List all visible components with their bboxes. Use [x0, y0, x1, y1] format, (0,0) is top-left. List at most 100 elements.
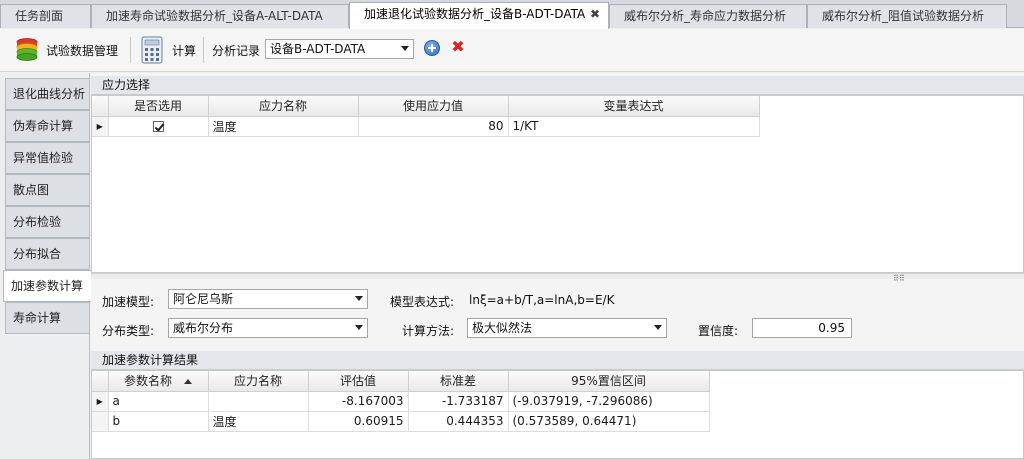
delete-record-icon[interactable]: ✖	[450, 38, 466, 56]
confidence-input[interactable]: 0.95	[752, 318, 852, 338]
selected-cell[interactable]	[108, 116, 209, 137]
acceleration-model-select[interactable]: 阿仑尼乌斯	[168, 289, 368, 309]
tab-label: 任务剖面	[15, 9, 64, 23]
nav-life-calculation[interactable]: 寿命计算	[5, 302, 89, 334]
splitter-grip-icon: ⠿⠿	[893, 274, 905, 283]
chevron-down-icon	[355, 325, 363, 330]
nav-degradation-curve[interactable]: 退化曲线分析	[5, 78, 89, 110]
nav-pseudo-life[interactable]: 伪寿命计算	[5, 110, 89, 142]
nav-distribution-test[interactable]: 分布检验	[5, 206, 89, 238]
nav-label: 分布检验	[13, 215, 62, 229]
tab-weibull-life-stress[interactable]: 威布尔分析_寿命应力数据分析	[609, 4, 807, 28]
stress-name-cell[interactable]: 温度	[208, 116, 359, 137]
distribution-type-select[interactable]: 威布尔分布	[168, 318, 368, 338]
results-grid: 参数名称 应力名称 评估值 标准差 95%置信区间 ▶ a -8.167003 …	[91, 370, 1024, 459]
database-icon[interactable]	[14, 37, 40, 63]
nav-label: 散点图	[13, 183, 50, 197]
table-row[interactable]: b 温度 0.60915 0.444353 (0.573589, 0.64471…	[92, 411, 710, 432]
toolbar: 试验数据管理 计算 分析记录 设备B-ADT-DATA ✖	[0, 29, 1024, 72]
stress-grid: 是否选用 应力名称 使用应力值 变量表达式 ▶ 温度 80 1/KT	[91, 95, 1024, 273]
table-row[interactable]: ▶ a -8.167003 -1.733187 (-9.037919, -7.2…	[92, 391, 710, 412]
column-header[interactable]: 变量表达式	[508, 96, 760, 117]
calc-method-value: 极大似然法	[472, 321, 533, 335]
estimate-cell[interactable]: -8.167003	[308, 391, 409, 412]
nav-label: 伪寿命计算	[13, 119, 74, 133]
toolbar-separator	[203, 37, 204, 63]
table-row[interactable]: ▶ 温度 80 1/KT	[92, 116, 760, 137]
stress-name-cell[interactable]	[208, 391, 309, 412]
stress-selection-title: 应力选择	[91, 76, 1024, 95]
tab-label: 加速退化试验数据分析_设备B-ADT-DATA	[364, 7, 586, 21]
tab-adt-analysis[interactable]: 加速退化试验数据分析_设备B-ADT-DATA ✖	[349, 2, 609, 29]
calculate-button[interactable]: 计算	[172, 42, 196, 59]
param-name-cell[interactable]: a	[108, 391, 209, 412]
analysis-nav: 退化曲线分析 伪寿命计算 异常值检验 散点图 分布检验 分布拟合 加速参数计算 …	[0, 73, 91, 459]
checkbox-checked-icon[interactable]	[152, 121, 164, 132]
calc-method-select[interactable]: 极大似然法	[467, 318, 667, 338]
tab-alt-analysis[interactable]: 加速寿命试验数据分析_设备A-ALT-DATA	[91, 4, 349, 28]
acceleration-model-value: 阿仑尼乌斯	[173, 292, 234, 306]
tab-task-profile[interactable]: 任务剖面	[0, 4, 91, 28]
distribution-type-value: 威布尔分布	[173, 321, 234, 335]
model-expression-label: 模型表达式:	[390, 295, 455, 309]
row-header-corner	[92, 96, 109, 117]
column-header[interactable]: 是否选用	[108, 96, 209, 117]
model-expression-value: lnξ=a+b/T,a=lnA,b=E/K	[469, 293, 615, 307]
results-title: 加速参数计算结果	[91, 351, 1024, 370]
tab-label: 威布尔分析_寿命应力数据分析	[624, 9, 787, 23]
stress-table: 是否选用 应力名称 使用应力值 变量表达式 ▶ 温度 80 1/KT	[92, 96, 760, 137]
row-indicator: ▶	[92, 116, 109, 137]
calc-method-label: 计算方法:	[402, 324, 455, 338]
nav-acceleration-params[interactable]: 加速参数计算	[3, 270, 91, 302]
column-header[interactable]: 使用应力值	[358, 96, 509, 117]
tab-label: 威布尔分析_阻值试验数据分析	[822, 9, 985, 23]
data-management-button[interactable]: 试验数据管理	[46, 42, 118, 59]
close-tab-icon[interactable]: ✖	[590, 3, 600, 26]
stddev-cell[interactable]: -1.733187	[408, 391, 509, 412]
analysis-record-select[interactable]: 设备B-ADT-DATA	[265, 39, 414, 59]
chevron-down-icon	[401, 46, 409, 51]
column-header[interactable]: 应力名称	[208, 371, 309, 392]
confidence-interval-cell[interactable]: (-9.037919, -7.296086)	[508, 391, 710, 412]
nav-label: 异常值检验	[13, 151, 74, 165]
confidence-interval-cell[interactable]: (0.573589, 0.64471)	[508, 411, 710, 432]
nav-label: 加速参数计算	[11, 279, 84, 293]
table-header-row: 参数名称 应力名称 评估值 标准差 95%置信区间	[92, 371, 710, 392]
panel-splitter[interactable]: ⠿⠿	[91, 273, 1024, 283]
column-header[interactable]: 应力名称	[208, 96, 359, 117]
estimate-cell[interactable]: 0.60915	[308, 411, 409, 432]
variable-expression-cell[interactable]: 1/KT	[508, 116, 760, 137]
stddev-cell[interactable]: 0.444353	[408, 411, 509, 432]
acceleration-model-label: 加速模型:	[102, 295, 155, 309]
column-header[interactable]: 标准差	[408, 371, 509, 392]
results-table: 参数名称 应力名称 评估值 标准差 95%置信区间 ▶ a -8.167003 …	[92, 371, 710, 432]
column-header-param-name[interactable]: 参数名称	[108, 371, 209, 392]
column-header-label: 参数名称	[123, 374, 172, 389]
distribution-type-label: 分布类型:	[102, 324, 155, 338]
row-indicator	[92, 411, 109, 432]
column-header[interactable]: 评估值	[308, 371, 409, 392]
confidence-label: 置信度:	[698, 324, 739, 338]
nav-label: 寿命计算	[13, 311, 62, 325]
stress-value-cell[interactable]: 80	[358, 116, 509, 137]
row-header-corner	[92, 371, 109, 392]
nav-outlier-test[interactable]: 异常值检验	[5, 142, 89, 174]
param-name-cell[interactable]: b	[108, 411, 209, 432]
column-header[interactable]: 95%置信区间	[508, 371, 710, 392]
analysis-record-label: 分析记录	[212, 44, 261, 58]
nav-distribution-fit[interactable]: 分布拟合	[5, 238, 89, 270]
tab-label: 加速寿命试验数据分析_设备A-ALT-DATA	[106, 9, 323, 23]
add-record-icon[interactable]	[424, 40, 440, 56]
document-tab-strip: 任务剖面 加速寿命试验数据分析_设备A-ALT-DATA 加速退化试验数据分析_…	[0, 0, 1024, 29]
sort-ascending-icon	[184, 379, 192, 385]
nav-label: 分布拟合	[13, 247, 62, 261]
tab-weibull-resistance[interactable]: 威布尔分析_阻值试验数据分析	[807, 4, 1007, 28]
toolbar-separator	[130, 37, 131, 63]
stress-name-cell[interactable]: 温度	[208, 411, 309, 432]
nav-label: 退化曲线分析	[13, 87, 86, 101]
main-panel: 应力选择 是否选用 应力名称 使用应力值 变量表达式 ▶ 温度 80 1/KT …	[91, 73, 1024, 459]
table-header-row: 是否选用 应力名称 使用应力值 变量表达式	[92, 96, 760, 117]
nav-scatter-plot[interactable]: 散点图	[5, 174, 89, 206]
chevron-down-icon	[654, 325, 662, 330]
calculator-icon[interactable]	[141, 36, 163, 64]
